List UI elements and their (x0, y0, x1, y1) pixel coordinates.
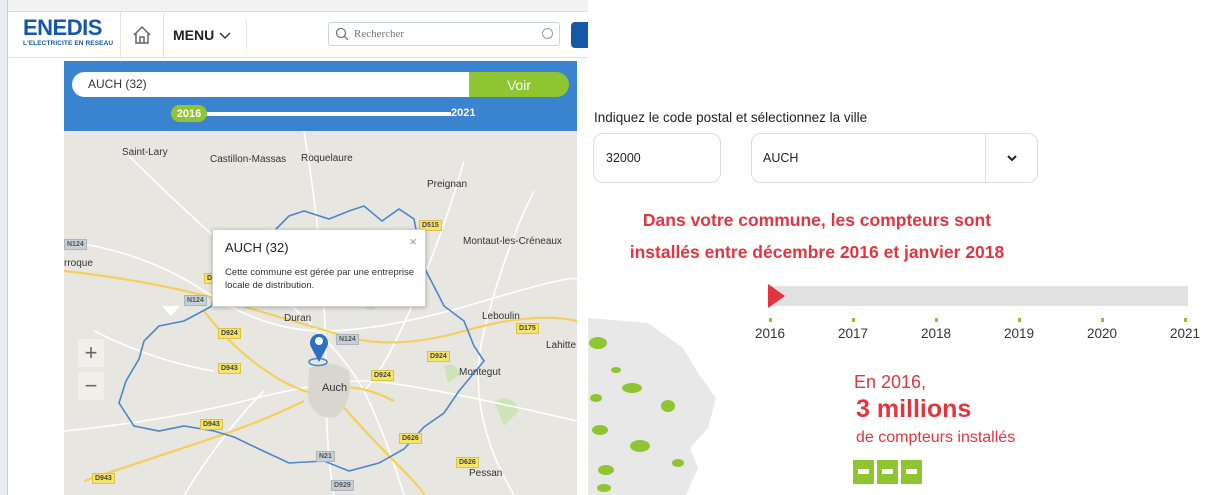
search-clear-icon[interactable] (542, 28, 553, 39)
road-label: N124 (64, 239, 87, 250)
home-icon (133, 25, 151, 44)
timeline-year: 2019 (1003, 326, 1035, 341)
zoom-in-button[interactable]: + (78, 339, 104, 367)
map-place-label: Duran (284, 313, 312, 324)
map-place-label: Saint-Lary (122, 147, 168, 158)
stat-caption: de compteurs installés (856, 429, 1016, 446)
timeline-bar (768, 286, 1188, 306)
map-place-label: Lahitte (546, 340, 577, 351)
meter-icon (877, 460, 898, 484)
enedis-logo[interactable]: ENEDIS L'ELECTRICITE EN RESEAU (23, 15, 114, 48)
city-select[interactable]: AUCH (751, 133, 1038, 183)
menu-button[interactable]: MENU (173, 24, 232, 46)
popup-tail (162, 306, 180, 316)
instruction-label: Indiquez le code postal et sélectionnez … (594, 110, 868, 125)
timeline-year: 2017 (837, 326, 869, 341)
home-button[interactable] (120, 12, 164, 58)
headline-line: installés entre décembre 2016 et janvier… (629, 242, 1005, 262)
browser-top-strip (8, 0, 588, 12)
road-label: N124 (336, 334, 359, 345)
header-divider (246, 20, 247, 50)
map-place-label: rroque (64, 258, 93, 269)
site-header: ENEDIS L'ELECTRICITE EN RESEAU MENU (8, 12, 588, 58)
timeline-tick (935, 318, 938, 322)
logo-subtitle: L'ELECTRICITE EN RESEAU (23, 40, 114, 47)
timeline-tick (1018, 318, 1021, 322)
select-divider (985, 134, 986, 182)
road-label: D626 (399, 433, 422, 444)
road-label: D943 (200, 419, 223, 430)
road-label: D943 (218, 363, 241, 374)
road-label: D626 (456, 457, 479, 468)
timeline-tick (1101, 318, 1104, 322)
stat-year-label: En 2016, (854, 372, 927, 392)
timeline-year: 2020 (1086, 326, 1118, 341)
timeline-year: 2018 (920, 326, 952, 341)
meter-icon (853, 460, 874, 484)
timeline-year: 2016 (754, 326, 786, 341)
chevron-down-icon[interactable] (1005, 151, 1019, 165)
timeline-marker-icon (768, 284, 785, 308)
zoom-out-button[interactable]: − (78, 372, 104, 400)
road-label: D924 (371, 370, 394, 381)
commune-input-wrap[interactable] (72, 72, 469, 97)
meter-icon (901, 460, 922, 484)
map-place-label: Pessan (469, 468, 503, 479)
search-icon (335, 27, 349, 41)
voir-button[interactable]: Voir (469, 72, 569, 97)
account-button[interactable] (571, 22, 588, 48)
timeline-tick (1184, 318, 1187, 322)
year-slider-track[interactable] (204, 112, 451, 116)
map-place-label: Montegut (459, 367, 501, 378)
browser-side-bar (0, 0, 8, 495)
installation-headline: Dans votre commune, les compteurs sont i… (592, 204, 1042, 268)
postal-code-field[interactable]: 32000 (593, 133, 721, 183)
map-place-label: Auch (322, 382, 348, 394)
search-input[interactable] (354, 28, 524, 40)
road-label: D929 (331, 480, 354, 491)
search-box[interactable] (328, 22, 560, 46)
popup-title: AUCH (32) (225, 240, 289, 255)
commune-input[interactable] (88, 77, 448, 91)
chevron-down-icon (219, 32, 231, 40)
map-place-label: Roquelaure (301, 153, 353, 164)
logo-word: ENEDIS (23, 15, 102, 40)
stat-value: 3 millions (856, 395, 972, 423)
timeline-year: 2021 (1169, 326, 1201, 341)
map-area[interactable]: Saint-Lary Castillon-Massas Roquelaure P… (64, 131, 577, 495)
map-place-label: Preignan (427, 179, 468, 190)
france-map-illustration (588, 318, 716, 495)
meter-info-panel: Indiquez le code postal et sélectionnez … (588, 0, 1209, 495)
close-icon[interactable]: × (409, 234, 417, 249)
road-label: D924 (218, 328, 241, 339)
commune-popup: AUCH (32) × Cette commune est gérée par … (212, 229, 426, 307)
headline-line: Dans votre commune, les compteurs sont (642, 210, 992, 230)
map-panel: Voir 2016 2021 (64, 61, 577, 495)
year-slider-end-label: 2021 (451, 107, 476, 119)
timeline-tick (769, 318, 772, 322)
map-place-label: Leboulin (482, 311, 520, 322)
road-label: D943 (92, 473, 115, 484)
map-place-label: Montaut-les-Créneaux (463, 236, 562, 247)
year-slider-handle[interactable]: 2016 (171, 105, 207, 122)
road-label: N124 (184, 295, 207, 306)
location-pin-icon[interactable] (308, 329, 330, 363)
road-label: D175 (516, 323, 539, 334)
map-place-label: Castillon-Massas (210, 154, 287, 165)
meter-icons (853, 460, 922, 484)
popup-body: Cette commune est gérée par une entrepri… (225, 267, 415, 291)
map-search-bar: Voir 2016 2021 (64, 61, 577, 131)
city-select-value: AUCH (763, 151, 799, 165)
menu-label: MENU (173, 27, 215, 43)
timeline-tick (852, 318, 855, 322)
road-label: N21 (316, 451, 335, 462)
road-label: D924 (427, 351, 450, 362)
